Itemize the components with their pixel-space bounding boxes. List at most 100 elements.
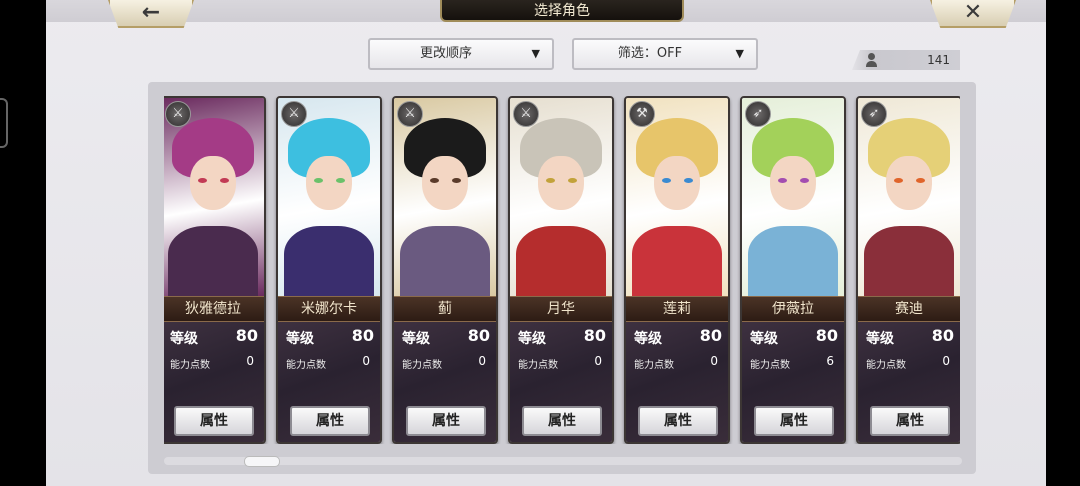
ability-points-value: 0 (478, 354, 486, 368)
character-card[interactable]: ⚔ 蓟等级 80 能力点数 0 属性 (392, 96, 498, 444)
level-value: 80 (583, 326, 606, 345)
attributes-button[interactable]: 属性 (522, 406, 602, 436)
character-name: 伊薇拉 (742, 296, 844, 322)
portrait-body (400, 226, 490, 296)
character-select-screen: ← 选择角色 ✕ 更改顺序 ▼ 筛选：OFF ▼ 141 ⚔ 狄雅德拉 等级 80 能力… (46, 0, 1046, 486)
level-label: 等级 (634, 331, 662, 347)
attributes-button[interactable]: 属性 (406, 406, 486, 436)
ability-points-label: 能力点数 (286, 360, 326, 371)
ability-points-value: 0 (594, 354, 602, 368)
role-icon: ⚔ (513, 101, 539, 127)
level-value: 80 (351, 326, 374, 345)
portrait-eye-left (546, 178, 555, 183)
ability-points-label: 能力点数 (402, 360, 442, 371)
character-stats: 等级 80 能力点数 0 属性 (626, 322, 728, 442)
character-card[interactable]: ➶ 赛迪等级 80 能力点数 0 属性 (856, 96, 960, 444)
character-count: 141 (927, 53, 950, 67)
ability-points-value: 6 (826, 354, 834, 368)
close-icon: ✕ (963, 0, 983, 25)
character-card[interactable]: ⚔ 月华等级 80 能力点数 0 属性 (508, 96, 614, 444)
filter-dropdown[interactable]: 筛选：OFF ▼ (572, 38, 758, 70)
portrait-body (864, 226, 954, 296)
portrait-body (748, 226, 838, 296)
ability-points-label: 能力点数 (170, 360, 210, 371)
portrait-face (538, 156, 584, 210)
close-button[interactable]: ✕ (930, 0, 1016, 28)
portrait-eye-left (894, 178, 903, 183)
attributes-button[interactable]: 属性 (754, 406, 834, 436)
portrait-body (632, 226, 722, 296)
horizontal-scrollbar[interactable] (164, 456, 962, 467)
level-value: 80 (699, 326, 722, 345)
character-name: 蓟 (394, 296, 496, 322)
ability-points-label: 能力点数 (518, 360, 558, 371)
device-bezel-left (0, 0, 46, 486)
back-arrow-icon: ← (141, 0, 161, 25)
bezel-notch (0, 98, 8, 148)
level-value: 80 (815, 326, 838, 345)
level-value: 80 (467, 326, 490, 345)
character-stats: 等级 80 能力点数 0 属性 (278, 322, 380, 442)
character-name: 米娜尔卡 (278, 296, 380, 322)
portrait-eye-right (568, 178, 577, 183)
character-name: 狄雅德拉 (164, 296, 264, 322)
attributes-button[interactable]: 属性 (290, 406, 370, 436)
role-icon: ⚔ (165, 101, 191, 127)
page-title: 选择角色 (440, 0, 684, 22)
scrollbar-thumb[interactable] (244, 456, 280, 467)
character-card[interactable]: ⚔ 米娜尔卡等级 80 能力点数 0 属性 (276, 96, 382, 444)
ability-points-value: 0 (710, 354, 718, 368)
attributes-button[interactable]: 属性 (870, 406, 950, 436)
portrait-eye-left (662, 178, 671, 183)
level-label: 等级 (518, 331, 546, 347)
level-label: 等级 (866, 331, 894, 347)
user-icon (866, 53, 877, 67)
character-stats: 等级 80 能力点数 0 属性 (510, 322, 612, 442)
level-value: 80 (931, 326, 954, 345)
ability-points-label: 能力点数 (634, 360, 674, 371)
chevron-down-icon: ▼ (735, 47, 744, 60)
portrait-eye-right (800, 178, 809, 183)
portrait-face (306, 156, 352, 210)
portrait-eye-left (198, 178, 207, 183)
sort-order-label: 更改顺序 (419, 46, 472, 61)
level-label: 等级 (286, 331, 314, 347)
character-name: 月华 (510, 296, 612, 322)
role-icon: ⚔ (281, 101, 307, 127)
portrait-face (190, 156, 236, 210)
attributes-button[interactable]: 属性 (638, 406, 718, 436)
character-portrait (626, 98, 728, 296)
character-count-badge: 141 (852, 50, 960, 70)
ability-points-value: 0 (362, 354, 370, 368)
character-stats: 等级 80 能力点数 0 属性 (164, 322, 264, 442)
character-card[interactable]: ⚔ 狄雅德拉 等级 80 能力点数 0 属性 (164, 96, 266, 444)
portrait-eye-right (220, 178, 229, 183)
portrait-eye-right (916, 178, 925, 183)
character-portrait (742, 98, 844, 296)
portrait-face (422, 156, 468, 210)
character-stats: 等级 80 能力点数 0 属性 (858, 322, 960, 442)
ability-points-label: 能力点数 (866, 360, 906, 371)
ability-points-value: 0 (942, 354, 950, 368)
character-name: 赛迪 (858, 296, 960, 322)
level-label: 等级 (170, 331, 198, 347)
back-button[interactable]: ← (108, 0, 194, 28)
character-card[interactable]: ⚒ 莲莉 等级 80 能力点数 0 属性 (624, 96, 730, 444)
portrait-face (770, 156, 816, 210)
device-bezel-right (1046, 0, 1080, 486)
portrait-eye-left (778, 178, 787, 183)
portrait-face (886, 156, 932, 210)
portrait-body (516, 226, 606, 296)
sort-order-dropdown[interactable]: 更改顺序 ▼ (368, 38, 554, 70)
filter-label: 筛选：OFF (617, 46, 683, 61)
character-portrait (278, 98, 380, 296)
character-card[interactable]: ➶ 伊薇拉 等级 80 能力点数 6 属性 (740, 96, 846, 444)
role-icon: ➶ (861, 101, 887, 127)
ability-points-label: 能力点数 (750, 360, 790, 371)
character-card-list[interactable]: ⚔ 狄雅德拉 等级 80 能力点数 0 属性 ⚔ 米娜尔卡 等级 80 能力点数 0 属性 ⚔ 蓟等级 80 能力… (164, 96, 960, 444)
character-stats: 等级 80 能力点数 0 属性 (394, 322, 496, 442)
portrait-eye-left (314, 178, 323, 183)
level-label: 等级 (750, 331, 778, 347)
attributes-button[interactable]: 属性 (174, 406, 254, 436)
portrait-face (654, 156, 700, 210)
